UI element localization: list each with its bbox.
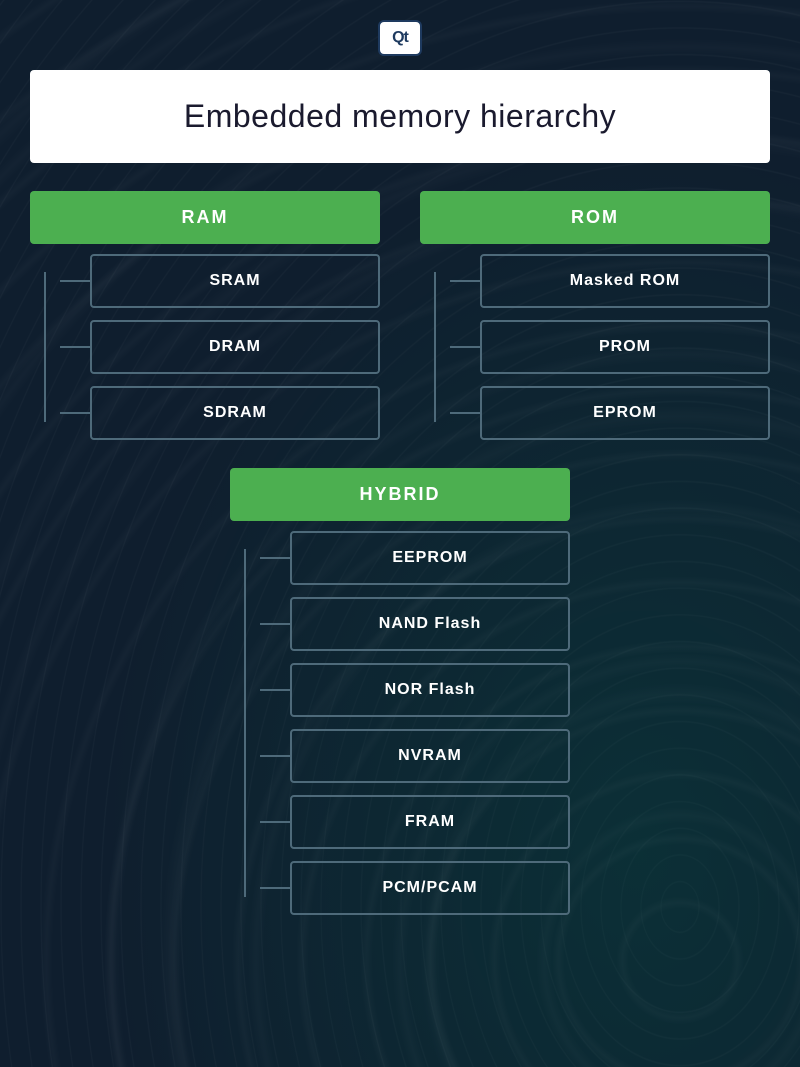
rom-header: ROM — [420, 191, 770, 244]
pcm-pcam-box: PCM/PCAM — [290, 861, 570, 915]
rom-tree: Masked ROM PROM EPROM — [420, 254, 770, 440]
list-item: SDRAM — [60, 386, 380, 440]
qt-logo: Qt — [378, 20, 422, 56]
page-content: Qt Embedded memory hierarchy RAM SRAM DR… — [0, 0, 800, 945]
list-item: PROM — [450, 320, 770, 374]
list-item: NAND Flash — [260, 597, 570, 651]
tick — [260, 689, 290, 691]
list-item: DRAM — [60, 320, 380, 374]
tick — [60, 346, 90, 348]
hybrid-connector — [230, 531, 260, 915]
tick — [450, 280, 480, 282]
hybrid-header-wrap: HYBRID — [230, 468, 570, 521]
prom-box: PROM — [480, 320, 770, 374]
hybrid-header: HYBRID — [230, 468, 570, 521]
dram-box: DRAM — [90, 320, 380, 374]
sdram-box: SDRAM — [90, 386, 380, 440]
list-item: EPROM — [450, 386, 770, 440]
fram-box: FRAM — [290, 795, 570, 849]
nor-flash-box: NOR Flash — [290, 663, 570, 717]
tick — [260, 887, 290, 889]
rom-connector — [420, 254, 450, 440]
title-box: Embedded memory hierarchy — [30, 70, 770, 163]
ram-header: RAM — [30, 191, 380, 244]
list-item: SRAM — [60, 254, 380, 308]
list-item: PCM/PCAM — [260, 861, 570, 915]
tick — [60, 412, 90, 414]
tick — [260, 623, 290, 625]
list-item: NOR Flash — [260, 663, 570, 717]
hybrid-items: EEPROM NAND Flash NOR Flash NVRAM FRAM — [260, 531, 570, 915]
ram-connector — [30, 254, 60, 440]
list-item: NVRAM — [260, 729, 570, 783]
tick — [260, 755, 290, 757]
masked-rom-box: Masked ROM — [480, 254, 770, 308]
tick — [450, 412, 480, 414]
tick — [60, 280, 90, 282]
top-columns: RAM SRAM DRAM SDRAM — [30, 191, 770, 440]
list-item: FRAM — [260, 795, 570, 849]
nand-flash-box: NAND Flash — [290, 597, 570, 651]
hybrid-tree: EEPROM NAND Flash NOR Flash NVRAM FRAM — [230, 531, 570, 915]
rom-items: Masked ROM PROM EPROM — [450, 254, 770, 440]
rom-column: ROM Masked ROM PROM EPROM — [420, 191, 770, 440]
list-item: Masked ROM — [450, 254, 770, 308]
eprom-box: EPROM — [480, 386, 770, 440]
hybrid-section: HYBRID EEPROM NAND Flash NOR Flash — [30, 468, 770, 915]
eeprom-box: EEPROM — [290, 531, 570, 585]
ram-items: SRAM DRAM SDRAM — [60, 254, 380, 440]
ram-column: RAM SRAM DRAM SDRAM — [30, 191, 380, 440]
tick — [260, 557, 290, 559]
sram-box: SRAM — [90, 254, 380, 308]
page-title: Embedded memory hierarchy — [50, 98, 750, 135]
ram-tree: SRAM DRAM SDRAM — [30, 254, 380, 440]
list-item: EEPROM — [260, 531, 570, 585]
tick — [450, 346, 480, 348]
tick — [260, 821, 290, 823]
nvram-box: NVRAM — [290, 729, 570, 783]
